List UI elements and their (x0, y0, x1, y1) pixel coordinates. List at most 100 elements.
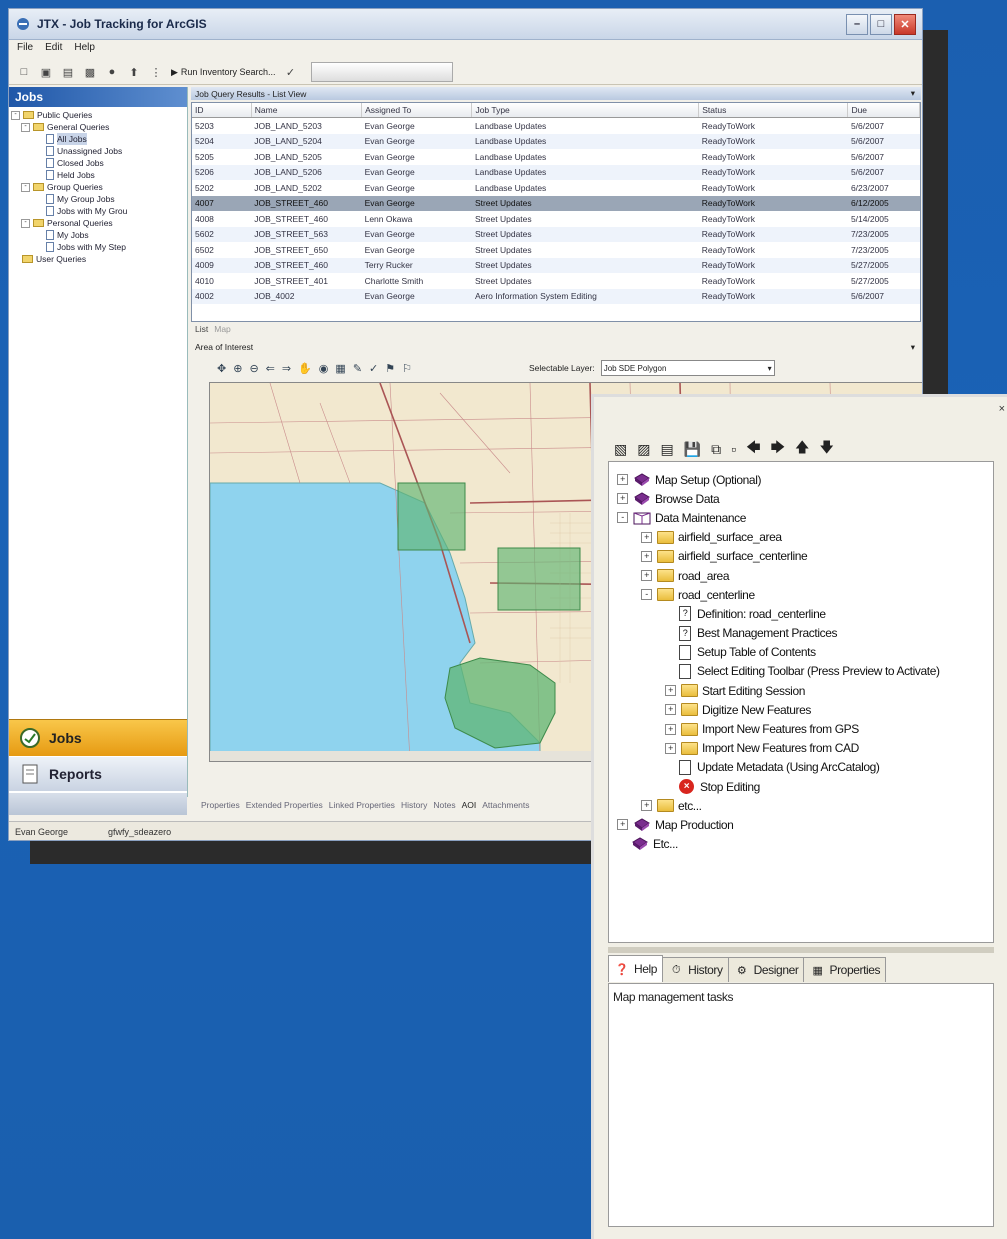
paste-icon[interactable]: ▫ (731, 441, 736, 457)
task-tree-item[interactable]: Update Metadata (Using ArcCatalog) (609, 758, 993, 777)
table-row[interactable]: 5205 JOB_LAND_5205 Evan George Landbase Upd… (192, 149, 920, 165)
task-tree-item[interactable]: - road_centerline (609, 585, 993, 604)
forward-icon[interactable]: ⇒ (282, 362, 291, 375)
new-job-icon[interactable]: □ (17, 65, 31, 79)
save-icon[interactable]: 💾 (684, 441, 701, 458)
tab-notes[interactable]: Notes (433, 800, 455, 810)
back-icon[interactable]: ⇐ (266, 362, 275, 375)
table-row[interactable]: 4010 JOB_STREET_401 Charlotte Smith Street … (192, 273, 920, 289)
task-tree-item[interactable]: + Browse Data (609, 489, 993, 508)
move-down-icon[interactable]: 🡇 (819, 437, 833, 461)
pin-icon[interactable]: ▾ (911, 88, 921, 99)
table-row[interactable]: 5206 JOB_LAND_5206 Evan George Landbase Upd… (192, 164, 920, 180)
copy-icon[interactable]: ⧉ (711, 441, 721, 458)
identify-icon[interactable]: ⚐ (402, 362, 412, 375)
toolbar-combo[interactable] (311, 62, 454, 82)
find-icon[interactable]: ● (105, 65, 119, 79)
col-job-type[interactable]: Job Type (471, 103, 700, 118)
task-tree-item[interactable]: + road_area (609, 566, 993, 585)
expand-icon[interactable]: + (617, 819, 628, 831)
run-inventory-search-button[interactable]: ▶ Run Inventory Search... (171, 67, 275, 78)
tree-item-jobs-with-my-step[interactable]: Jobs with My Step (11, 241, 185, 253)
menu-help[interactable]: Help (74, 42, 95, 58)
list-icon[interactable]: ▤ (61, 65, 75, 79)
tree-item-jobs-with-my-group[interactable]: Jobs with My Grou (11, 205, 185, 217)
expand-icon[interactable]: + (641, 800, 652, 812)
edit-icon[interactable]: ✎ (353, 362, 362, 375)
task-tree-item[interactable]: + Map Setup (Optional) (609, 470, 993, 489)
task-tree-item[interactable]: ? Best Management Practices (609, 624, 993, 643)
collapse-icon[interactable]: - (21, 182, 30, 192)
maximize-button[interactable]: □ (870, 13, 892, 35)
tree-item-user-queries[interactable]: User Queries (11, 253, 185, 265)
tree-item-public-queries[interactable]: - Public Queries (11, 109, 185, 121)
tree-item-personal-queries[interactable]: - Personal Queries (11, 217, 185, 229)
collapse-icon[interactable]: - (641, 589, 652, 601)
pan-icon[interactable]: ✥ (217, 362, 226, 375)
tab-map[interactable]: Map (214, 324, 231, 338)
table-row[interactable]: 5203 JOB_LAND_5203 Evan George Landbase Upd… (192, 118, 920, 134)
print-icon[interactable]: ▩ (83, 65, 97, 79)
menu-file[interactable]: File (17, 42, 33, 58)
collapse-icon[interactable]: - (21, 218, 30, 228)
table-row[interactable]: 4008 JOB_STREET_460 Lenn Okawa Street Updat… (192, 211, 920, 227)
task-tree-item[interactable]: Etc... (609, 835, 993, 854)
tab-properties-panel[interactable]: ▦ Properties (803, 957, 887, 982)
task-tree-item[interactable]: Select Editing Toolbar (Press Preview to… (609, 662, 993, 681)
task-tree-item[interactable]: × Stop Editing (609, 777, 993, 796)
close-button[interactable]: ✕ (894, 13, 916, 35)
hand-icon[interactable]: ✋ (298, 362, 312, 375)
task-tree-item[interactable]: + airfield_surface_area (609, 528, 993, 547)
tree-item-closed-jobs[interactable]: Closed Jobs (11, 157, 185, 169)
panel-close-icon[interactable]: × (999, 403, 1005, 415)
move-right-icon[interactable]: 🡆 (771, 437, 785, 461)
tab-designer[interactable]: ⚙ Designer (727, 957, 805, 982)
expand-icon[interactable]: + (665, 685, 676, 697)
globe-icon[interactable]: ◉ (319, 362, 329, 375)
table-row[interactable]: 5204 JOB_LAND_5204 Evan George Landbase Upd… (192, 133, 920, 149)
table-row[interactable]: 4007 JOB_STREET_460 Evan George Street Upda… (192, 195, 920, 211)
sketch-icon[interactable]: ✓ (369, 362, 378, 375)
zoom-in-icon[interactable]: ⊕ (233, 362, 242, 375)
tab-properties[interactable]: Properties (201, 800, 240, 810)
task-tree-item[interactable]: ? Definition: road_centerline (609, 604, 993, 623)
tab-list[interactable]: List (195, 324, 208, 338)
menu-edit[interactable]: Edit (45, 42, 62, 58)
task-tree-item[interactable]: + Map Production (609, 815, 993, 834)
collapse-icon[interactable]: - (617, 512, 628, 524)
expand-icon[interactable]: + (641, 570, 652, 582)
check-icon[interactable]: ✓ (283, 65, 297, 79)
collapse-icon[interactable]: - (11, 110, 20, 120)
table-row[interactable]: 4002 JOB_4002 Evan George Aero Information … (192, 288, 920, 304)
select-icon[interactable]: ⚑ (385, 362, 395, 375)
nav-collapse-strip[interactable] (9, 793, 187, 815)
expand-icon[interactable]: + (665, 742, 676, 754)
task-tree-item[interactable]: + airfield_surface_centerline (609, 547, 993, 566)
table-row[interactable]: 4009 JOB_STREET_460 Terry Rucker Street Upd… (192, 257, 920, 273)
panel-splitter[interactable] (608, 947, 994, 953)
tab-history-panel[interactable]: ⏱ History (662, 957, 729, 982)
col-id[interactable]: ID (192, 103, 252, 118)
task-tree-item[interactable]: + Import New Features from CAD (609, 739, 993, 758)
tab-attachments[interactable]: Attachments (482, 800, 529, 810)
nav-jobs-button[interactable]: Jobs (9, 719, 187, 756)
move-up-icon[interactable]: 🡅 (795, 437, 809, 461)
task-tree-item[interactable]: + Start Editing Session (609, 681, 993, 700)
col-status[interactable]: Status (698, 103, 849, 118)
expand-icon[interactable]: + (665, 704, 676, 716)
selectable-layer-dropdown[interactable]: Job SDE Polygon ▾ (600, 360, 775, 376)
aoi-pin-icon[interactable]: ▾ (911, 342, 921, 354)
tab-help[interactable]: ❓ Help (608, 955, 664, 982)
task-tree-item[interactable]: - Data Maintenance (609, 508, 993, 527)
tree-item-my-group-jobs[interactable]: My Group Jobs (11, 193, 185, 205)
zoom-out-icon[interactable]: ⊖ (249, 362, 258, 375)
expand-icon[interactable]: + (641, 531, 652, 543)
task-tree-item[interactable]: + Digitize New Features (609, 700, 993, 719)
collapse-icon[interactable]: - (21, 122, 30, 132)
minimize-button[interactable]: – (846, 13, 868, 35)
nav-reports-button[interactable]: Reports (9, 757, 187, 791)
expand-icon[interactable]: + (617, 493, 628, 505)
tree-item-unassigned-jobs[interactable]: Unassigned Jobs (11, 145, 185, 157)
table-icon[interactable]: ▦ (335, 362, 345, 375)
task-tree-item[interactable]: + Import New Features from GPS (609, 719, 993, 738)
